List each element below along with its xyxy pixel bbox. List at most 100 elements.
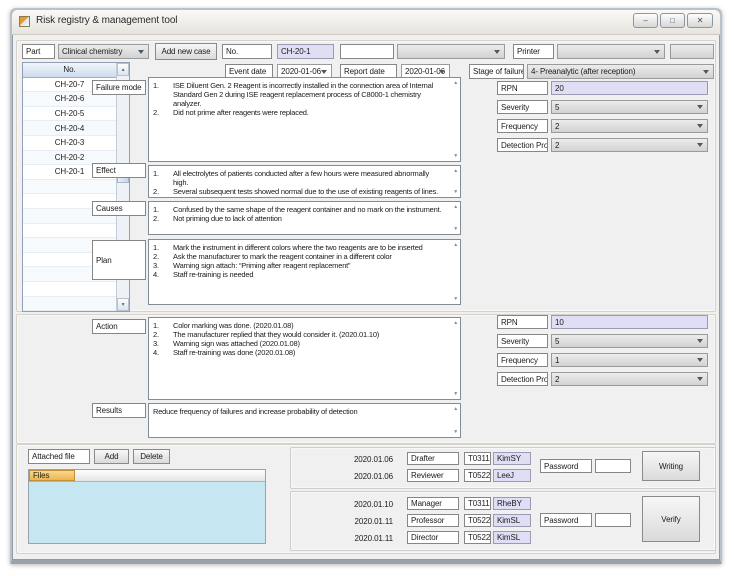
files-list[interactable]: Files <box>28 469 266 544</box>
line-number: 4. <box>153 270 173 279</box>
part-label: Part <box>22 44 55 59</box>
frequency-value: 2 <box>555 122 559 131</box>
scroll-down-icon[interactable]: ▼ <box>453 296 458 302</box>
scroll-up-icon[interactable]: ▲ <box>453 406 458 412</box>
verify-button[interactable]: Verify <box>642 496 700 542</box>
results-label: Results <box>92 403 146 418</box>
severity-label: Severity <box>497 100 548 114</box>
detection-label: Detection Pro <box>497 372 548 386</box>
case-extra-select[interactable] <box>397 44 505 59</box>
part-select[interactable]: Clinical chemistry <box>58 44 149 59</box>
severity-select[interactable]: 5 <box>551 334 708 348</box>
stage-of-failure-label: Stage of failure <box>469 64 524 79</box>
line-text: Several subsequent tests showed normal d… <box>173 187 446 196</box>
scroll-down-icon[interactable]: ▼ <box>453 189 458 195</box>
signoff-code: T0311 <box>464 452 491 465</box>
scroll-up-icon[interactable]: ▲ <box>453 242 458 248</box>
list-item[interactable]: CH-20-5 <box>23 107 116 122</box>
effect-textarea[interactable]: 1.All electrolytes of patients conducted… <box>148 165 461 198</box>
signoff-name: KimSL <box>493 514 531 527</box>
case-list-header[interactable]: No. <box>23 63 116 78</box>
signoff-name: KimSL <box>493 531 531 544</box>
scroll-down-icon[interactable]: ▼ <box>453 153 458 159</box>
signoff-name: LeeJ <box>493 469 531 482</box>
line-text: Staff re-training is needed <box>173 270 446 279</box>
action-label: Action <box>92 319 146 334</box>
scroll-up-icon[interactable]: ▲ <box>453 168 458 174</box>
add-file-button[interactable]: Add <box>94 449 129 464</box>
case-extra-input[interactable] <box>340 44 394 59</box>
app-icon <box>19 16 30 27</box>
window-title: Risk registry & management tool <box>36 15 177 26</box>
scroll-down-icon[interactable]: ▼ <box>453 226 458 232</box>
signoff-role: Manager <box>407 497 459 510</box>
scroll-up-icon[interactable]: ▲ <box>117 63 129 76</box>
case-no-label: No. <box>222 44 272 59</box>
line-number: 2. <box>153 187 173 196</box>
severity-select[interactable]: 5 <box>551 100 708 114</box>
scroll-down-icon[interactable]: ▼ <box>453 391 458 397</box>
severity-value: 5 <box>555 103 559 112</box>
chevron-down-icon <box>654 50 660 54</box>
stage-of-failure-value: 4- Preanalytic (after reception) <box>531 67 635 76</box>
chevron-down-icon <box>697 339 703 343</box>
line-number: 1. <box>153 81 173 108</box>
line-text: Mark the instrument in different colors … <box>173 243 446 252</box>
chevron-down-icon <box>321 70 327 74</box>
plan-label: Plan <box>92 240 146 280</box>
delete-file-button[interactable]: Delete <box>133 449 170 464</box>
verify-password-input[interactable] <box>595 513 631 527</box>
detection-select[interactable]: 2 <box>551 138 708 152</box>
line-number: 1. <box>153 169 173 187</box>
password-label: Password <box>540 513 592 527</box>
scroll-down-icon[interactable]: ▼ <box>453 429 458 435</box>
files-list-header: Files <box>29 470 265 482</box>
causes-label: Causes <box>92 201 146 216</box>
scroll-down-icon[interactable]: ▼ <box>117 298 129 311</box>
detection-select[interactable]: 2 <box>551 372 708 386</box>
scroll-up-icon[interactable]: ▲ <box>453 320 458 326</box>
close-button[interactable]: ✕ <box>687 13 713 28</box>
list-item-empty <box>23 180 116 195</box>
signoff-date: 2020.01.06 <box>338 470 393 483</box>
chevron-down-icon <box>697 105 703 109</box>
minimize-button[interactable]: – <box>633 13 658 28</box>
scroll-up-icon[interactable]: ▲ <box>453 80 458 86</box>
rpn-label: RPN <box>497 81 548 95</box>
line-text: Color marking was done. (2020.01.08) <box>173 321 446 330</box>
detection-value: 2 <box>555 375 559 384</box>
line-text: Not priming due to lack of attention <box>173 214 446 223</box>
writing-password-input[interactable] <box>595 459 631 473</box>
printer-select[interactable] <box>557 44 665 59</box>
line-text: Warning sign was attached (2020.01.08) <box>173 339 446 348</box>
password-label: Password <box>540 459 592 473</box>
line-text: All electrolytes of patients conducted a… <box>173 169 446 187</box>
failure-mode-textarea[interactable]: 1.ISE Diluent Gen. 2 Reagent is incorrec… <box>148 77 461 162</box>
chevron-down-icon <box>697 124 703 128</box>
frequency-label: Frequency <box>497 119 548 133</box>
results-textarea[interactable]: Reduce frequency of failures and increas… <box>148 403 461 438</box>
frequency-select[interactable]: 1 <box>551 353 708 367</box>
scroll-up-icon[interactable]: ▲ <box>453 204 458 210</box>
action-textarea[interactable]: 1.Color marking was done. (2020.01.08) 2… <box>148 317 461 400</box>
signoff-role: Drafter <box>407 452 459 465</box>
maximize-button[interactable]: □ <box>660 13 685 28</box>
chevron-down-icon <box>138 50 144 54</box>
frequency-value: 1 <box>555 356 559 365</box>
list-item[interactable]: CH-20-3 <box>23 136 116 151</box>
line-number: 4. <box>153 348 173 357</box>
plan-textarea[interactable]: 1.Mark the instrument in different color… <box>148 239 461 305</box>
stage-of-failure-select[interactable]: 4- Preanalytic (after reception) <box>527 64 714 79</box>
causes-textarea[interactable]: 1.Confused by the same shape of the reag… <box>148 201 461 235</box>
frequency-select[interactable]: 2 <box>551 119 708 133</box>
writing-button[interactable]: Writing <box>642 451 700 481</box>
list-item-empty <box>23 224 116 239</box>
part-select-value: Clinical chemistry <box>62 47 122 56</box>
signoff-code: T0522 <box>464 514 491 527</box>
frequency-label: Frequency <box>497 353 548 367</box>
detection-value: 2 <box>555 141 559 150</box>
list-item[interactable]: CH-20-4 <box>23 121 116 136</box>
rpn-value: 20 <box>551 81 708 95</box>
add-new-case-button[interactable]: Add new case <box>155 43 217 60</box>
files-column-header[interactable]: Files <box>29 470 75 481</box>
